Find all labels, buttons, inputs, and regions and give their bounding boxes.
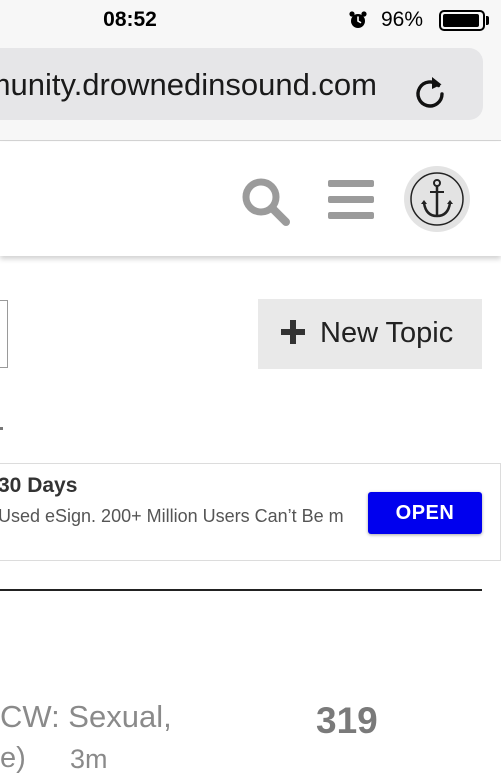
status-bar: 08:52 96% (0, 0, 501, 40)
anchor-icon (410, 172, 464, 226)
battery-icon (439, 10, 485, 31)
browser-toolbar: community.drownedinsound.com (0, 40, 501, 141)
ad-title: 30 Days (0, 474, 78, 497)
clock: 08:52 (103, 8, 157, 31)
topic-reply-count: 319 (316, 700, 378, 741)
alarm-clock-icon (349, 11, 367, 28)
user-avatar[interactable] (404, 166, 470, 232)
topic-age: 3m (70, 744, 108, 774)
site-header (0, 142, 501, 256)
plus-icon (281, 320, 305, 344)
search-icon[interactable] (240, 176, 292, 228)
url-text: community.drownedinsound.com (0, 67, 377, 102)
ad-description: Used eSign. 200+ Million Users Can’t Be … (0, 506, 344, 526)
address-bar[interactable]: community.drownedinsound.com (0, 48, 483, 120)
divider (0, 589, 482, 591)
battery-tip (486, 16, 489, 25)
hamburger-menu-icon[interactable] (328, 180, 374, 220)
battery-fill (443, 14, 479, 27)
topic-title[interactable]: CW: Sexual, (0, 699, 172, 735)
new-topic-button[interactable]: New Topic (258, 299, 482, 369)
ad-open-button[interactable]: OPEN (368, 492, 482, 534)
category-filter[interactable] (0, 300, 8, 368)
reload-icon[interactable] (412, 72, 448, 112)
new-topic-label: New Topic (320, 317, 454, 349)
truncated-text-dot (0, 427, 3, 430)
battery-percent: 96% (381, 8, 424, 31)
topic-title-continued[interactable]: e) (0, 742, 26, 775)
ad-banner[interactable]: 30 Days Used eSign. 200+ Million Users C… (0, 463, 501, 561)
